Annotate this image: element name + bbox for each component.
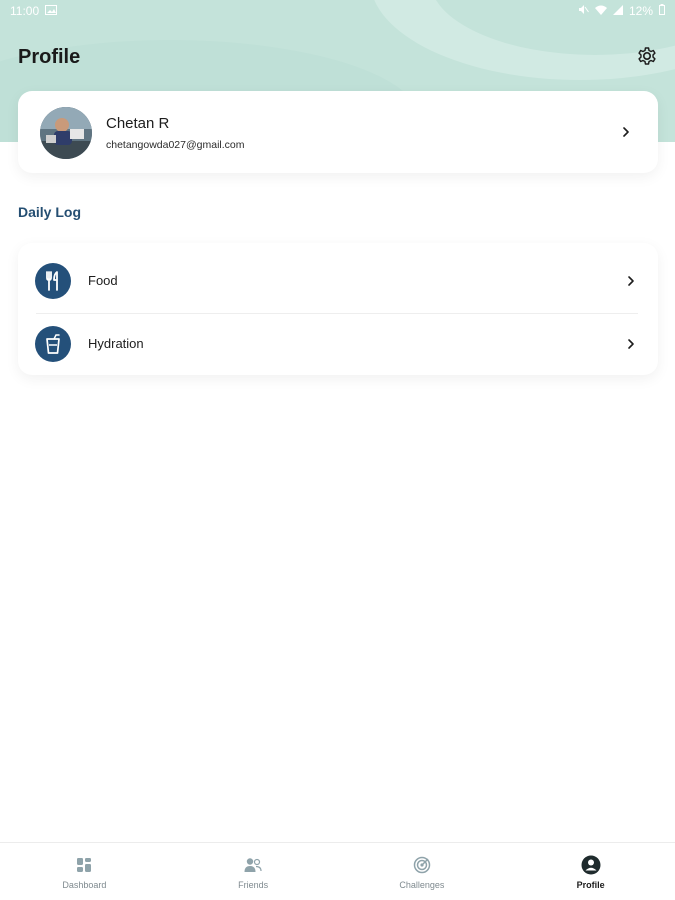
log-item-label: Food <box>88 273 118 288</box>
fork-knife-icon <box>35 263 71 299</box>
profile-card[interactable]: Chetan R chetangowda027@gmail.com <box>18 91 658 173</box>
nav-challenges[interactable]: Challenges <box>338 843 507 900</box>
people-icon <box>243 855 263 875</box>
profile-email: chetangowda027@gmail.com <box>106 139 245 151</box>
glass-icon <box>35 326 71 362</box>
nav-label: Profile <box>576 880 605 890</box>
avatar <box>40 107 92 159</box>
signal-icon <box>612 4 623 18</box>
nav-friends[interactable]: Friends <box>169 843 338 900</box>
profile-name: Chetan R <box>106 115 170 132</box>
page-title: Profile <box>18 46 81 68</box>
nav-label: Challenges <box>399 880 445 890</box>
bottom-navigation: Dashboard Friends Challenges Profile <box>0 842 675 900</box>
person-icon <box>581 855 601 875</box>
grid-icon <box>74 855 94 875</box>
log-item-food[interactable]: Food <box>18 250 658 312</box>
daily-log-card: Food Hydration <box>18 243 658 375</box>
nav-label: Dashboard <box>62 880 107 890</box>
nav-dashboard[interactable]: Dashboard <box>0 843 169 900</box>
chevron-right-icon <box>628 339 634 349</box>
nav-profile[interactable]: Profile <box>506 843 675 900</box>
mute-icon <box>578 4 589 18</box>
image-icon <box>45 4 58 18</box>
target-icon <box>412 855 432 875</box>
settings-button[interactable] <box>636 45 658 67</box>
battery-percent: 12% <box>628 4 653 18</box>
daily-log-title: Daily Log <box>18 204 82 220</box>
status-time: 11:00 <box>10 4 40 18</box>
log-item-label: Hydration <box>88 336 144 351</box>
log-item-hydration[interactable]: Hydration <box>18 313 658 375</box>
battery-icon <box>659 4 665 18</box>
nav-label: Friends <box>238 880 269 890</box>
gear-icon <box>638 47 656 65</box>
chevron-right-icon <box>628 276 634 286</box>
chevron-right-icon <box>623 127 629 137</box>
status-bar: 11:00 12% <box>0 0 675 22</box>
wifi-icon <box>594 5 607 18</box>
